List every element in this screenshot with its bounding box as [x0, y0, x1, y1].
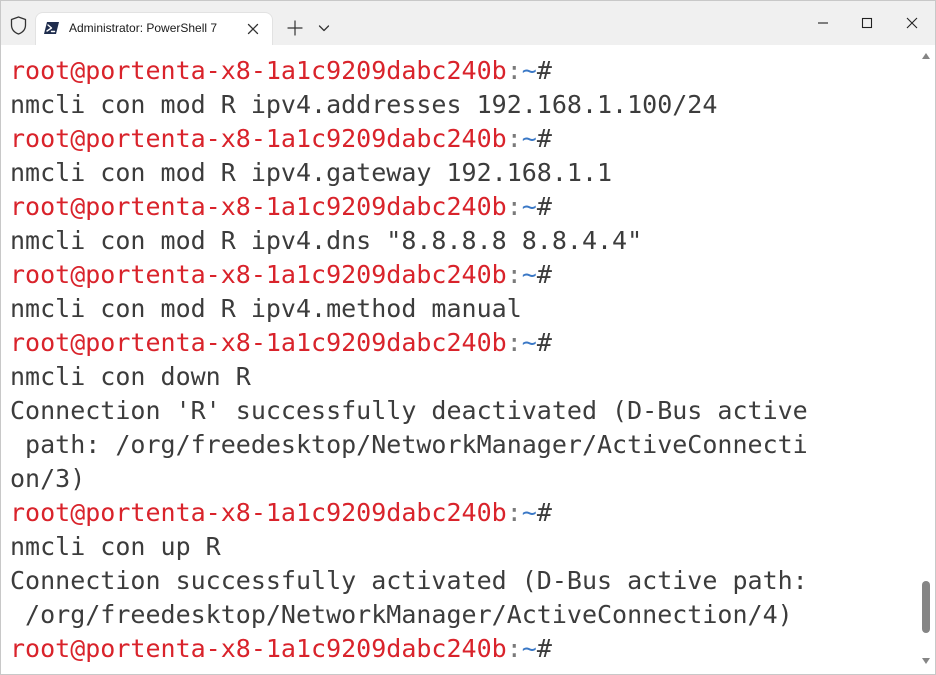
prompt-symbol: # [536, 56, 552, 85]
prompt-user-host: root@portenta-x8-1a1c9209dabc240b [10, 56, 507, 85]
maximize-icon[interactable] [856, 12, 878, 34]
prompt-separator: : [506, 192, 522, 221]
tab-powershell[interactable]: Administrator: PowerShell 7 [36, 13, 272, 45]
prompt-symbol: # [536, 634, 552, 663]
scroll-down-arrow-icon[interactable] [921, 657, 931, 665]
scroll-up-arrow-icon[interactable] [921, 52, 931, 60]
output-line: Connection successfully activated (D-Bus… [10, 566, 808, 595]
prompt-path: ~ [521, 124, 537, 153]
title-bar[interactable]: Administrator: PowerShell 7 [1, 1, 935, 45]
prompt-separator: : [506, 56, 522, 85]
prompt-line: root@portenta-x8-1a1c9209dabc240b:~# [10, 496, 552, 530]
output-line: nmcli con mod R ipv4.dns "8.8.8.8 8.8.4.… [10, 226, 643, 255]
prompt-path: ~ [521, 56, 537, 85]
output-line: on/3) [10, 464, 86, 493]
prompt-user-host: root@portenta-x8-1a1c9209dabc240b [10, 328, 507, 357]
output-line: Connection 'R' successfully deactivated … [10, 396, 808, 425]
chevron-down-icon[interactable] [314, 18, 334, 38]
prompt-path: ~ [521, 192, 537, 221]
prompt-path: ~ [521, 328, 537, 357]
prompt-line: root@portenta-x8-1a1c9209dabc240b:~# [10, 632, 552, 666]
output-line: nmcli con mod R ipv4.addresses 192.168.1… [10, 90, 718, 119]
prompt-separator: : [506, 634, 522, 663]
tab-title: Administrator: PowerShell 7 [69, 21, 218, 35]
output-line: nmcli con mod R ipv4.gateway 192.168.1.1 [10, 158, 613, 187]
close-icon[interactable] [243, 19, 263, 39]
close-icon[interactable] [901, 12, 923, 34]
prompt-separator: : [506, 260, 522, 289]
output-line: nmcli con mod R ipv4.method manual [10, 294, 522, 323]
output-line: nmcli con down R [10, 362, 251, 391]
prompt-line: root@portenta-x8-1a1c9209dabc240b:~# [10, 122, 552, 156]
prompt-line: root@portenta-x8-1a1c9209dabc240b:~# [10, 190, 552, 224]
prompt-separator: : [506, 124, 522, 153]
prompt-symbol: # [536, 124, 552, 153]
prompt-symbol: # [536, 192, 552, 221]
prompt-line: root@portenta-x8-1a1c9209dabc240b:~# [10, 326, 552, 360]
vertical-scrollbar[interactable] [917, 45, 935, 674]
prompt-user-host: root@portenta-x8-1a1c9209dabc240b [10, 498, 507, 527]
prompt-symbol: # [536, 260, 552, 289]
prompt-line: root@portenta-x8-1a1c9209dabc240b:~# [10, 54, 552, 88]
prompt-line: root@portenta-x8-1a1c9209dabc240b:~# [10, 258, 552, 292]
powershell-icon [44, 22, 59, 34]
output-line: nmcli con up R [10, 532, 221, 561]
plus-icon[interactable] [285, 18, 305, 38]
prompt-symbol: # [536, 498, 552, 527]
shield-icon [10, 16, 27, 35]
scrollbar-thumb[interactable] [922, 581, 930, 633]
prompt-user-host: root@portenta-x8-1a1c9209dabc240b [10, 192, 507, 221]
terminal-window: Administrator: PowerShell 7 root@portent… [0, 0, 936, 675]
prompt-path: ~ [521, 634, 537, 663]
output-line: /org/freedesktop/NetworkManager/ActiveCo… [10, 600, 793, 629]
prompt-path: ~ [521, 260, 537, 289]
terminal-output[interactable]: root@portenta-x8-1a1c9209dabc240b:~# nmcl… [1, 45, 917, 674]
prompt-symbol: # [536, 328, 552, 357]
prompt-separator: : [506, 498, 522, 527]
prompt-user-host: root@portenta-x8-1a1c9209dabc240b [10, 634, 507, 663]
prompt-path: ~ [521, 498, 537, 527]
output-line: path: /org/freedesktop/NetworkManager/Ac… [10, 430, 808, 459]
prompt-separator: : [506, 328, 522, 357]
prompt-user-host: root@portenta-x8-1a1c9209dabc240b [10, 124, 507, 153]
minimize-icon[interactable] [812, 12, 834, 34]
prompt-user-host: root@portenta-x8-1a1c9209dabc240b [10, 260, 507, 289]
